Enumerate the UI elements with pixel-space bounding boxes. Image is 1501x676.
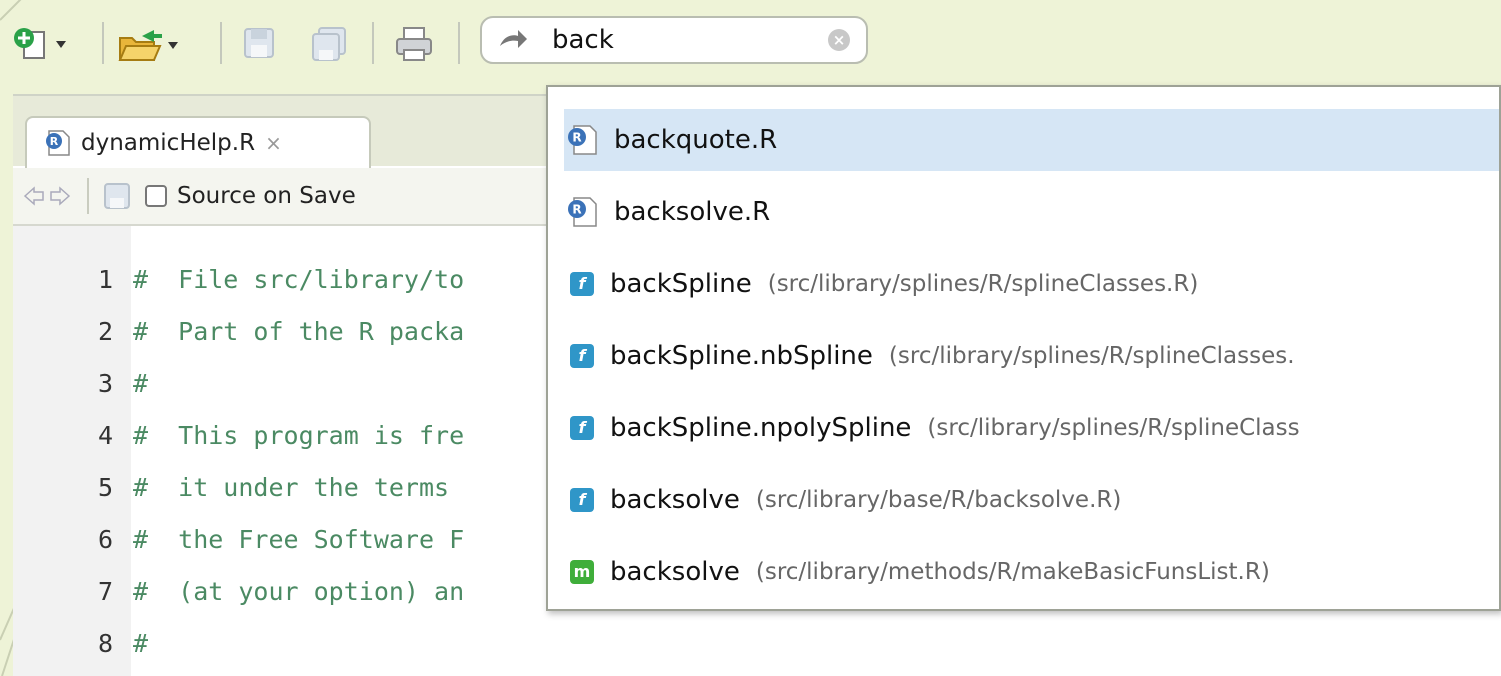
chevron-down-icon	[168, 41, 178, 49]
popup-item-path: (src/library/splines/R/splineClass	[927, 415, 1300, 441]
svg-text:R: R	[50, 135, 59, 148]
save-button[interactable]	[242, 26, 276, 60]
function-icon: f	[570, 344, 594, 368]
popup-item-name: backSpline.nbSpline	[610, 341, 873, 371]
open-file-button[interactable]	[118, 26, 178, 64]
toolbar-divider	[220, 22, 222, 64]
r-file-icon: R	[46, 130, 70, 156]
popup-item-name: backSpline	[610, 269, 752, 299]
code-line: 8 #	[97, 629, 149, 658]
function-icon: f	[570, 416, 594, 440]
r-file-icon: R	[568, 125, 597, 155]
new-file-button[interactable]	[12, 26, 66, 62]
main-toolbar: ×	[10, 12, 1501, 74]
popup-item-backsolve-base[interactable]: f backsolve (src/library/base/R/backsolv…	[564, 469, 1499, 531]
popup-item-name: backquote.R	[614, 125, 778, 155]
print-button[interactable]	[394, 26, 434, 62]
new-file-icon	[14, 28, 45, 59]
popup-item-backsolve-methods[interactable]: m backsolve (src/library/methods/R/makeB…	[564, 541, 1499, 603]
function-icon: f	[570, 488, 594, 512]
toolbar-divider	[102, 22, 104, 64]
back-arrow-icon[interactable]	[23, 185, 45, 207]
tab-dynamichelp[interactable]: R dynamicHelp.R ×	[25, 116, 371, 168]
popup-item-path: (src/library/splines/R/splineClasses.R)	[767, 271, 1199, 297]
method-icon: m	[570, 560, 594, 584]
popup-item-path: (src/library/methods/R/makeBasicFunsList…	[755, 559, 1270, 585]
tab-label: dynamicHelp.R	[81, 130, 256, 156]
toolbar-divider	[372, 22, 374, 64]
go-to-file-input[interactable]	[552, 22, 822, 58]
r-file-icon: R	[568, 197, 597, 227]
go-to-file-box[interactable]: ×	[480, 16, 868, 64]
arrow-right-icon	[500, 30, 527, 48]
save-icon	[244, 28, 274, 58]
go-to-file-popup: R backquote.R R backsolve.R f backSpline…	[546, 85, 1501, 611]
chevron-down-icon	[56, 40, 66, 48]
popup-item-backsolve-r[interactable]: R backsolve.R	[564, 181, 1499, 243]
print-icon	[396, 27, 432, 61]
save-all-button[interactable]	[310, 26, 350, 62]
popup-item-backspline-nbspline[interactable]: f backSpline.nbSpline (src/library/splin…	[564, 325, 1499, 387]
popup-item-backspline[interactable]: f backSpline (src/library/splines/R/spli…	[564, 253, 1499, 315]
open-folder-icon	[118, 30, 162, 61]
popup-item-name: backSpline.npolySpline	[610, 413, 912, 443]
close-icon[interactable]: ×	[265, 131, 282, 155]
function-icon: f	[570, 272, 594, 296]
toolbar-divider	[458, 22, 460, 64]
source-on-save-checkbox[interactable]	[145, 185, 167, 207]
svg-text:R: R	[572, 203, 581, 217]
toolbar-divider	[87, 178, 89, 214]
popup-item-path: (src/library/splines/R/splineClasses.	[888, 343, 1295, 369]
forward-arrow-icon[interactable]	[49, 185, 71, 207]
popup-item-backquote-r[interactable]: R backquote.R	[564, 109, 1499, 171]
popup-item-backspline-npolyspline[interactable]: f backSpline.npolySpline (src/library/sp…	[564, 397, 1499, 459]
popup-item-name: backsolve	[610, 485, 740, 515]
popup-item-path: (src/library/base/R/backsolve.R)	[755, 487, 1122, 513]
save-icon[interactable]	[103, 182, 131, 210]
save-all-icon	[312, 27, 346, 61]
popup-item-name: backsolve	[610, 557, 740, 587]
svg-text:R: R	[572, 131, 581, 145]
source-on-save-label: Source on Save	[177, 183, 356, 209]
clear-icon[interactable]: ×	[828, 29, 850, 51]
popup-item-name: backsolve.R	[614, 197, 771, 227]
